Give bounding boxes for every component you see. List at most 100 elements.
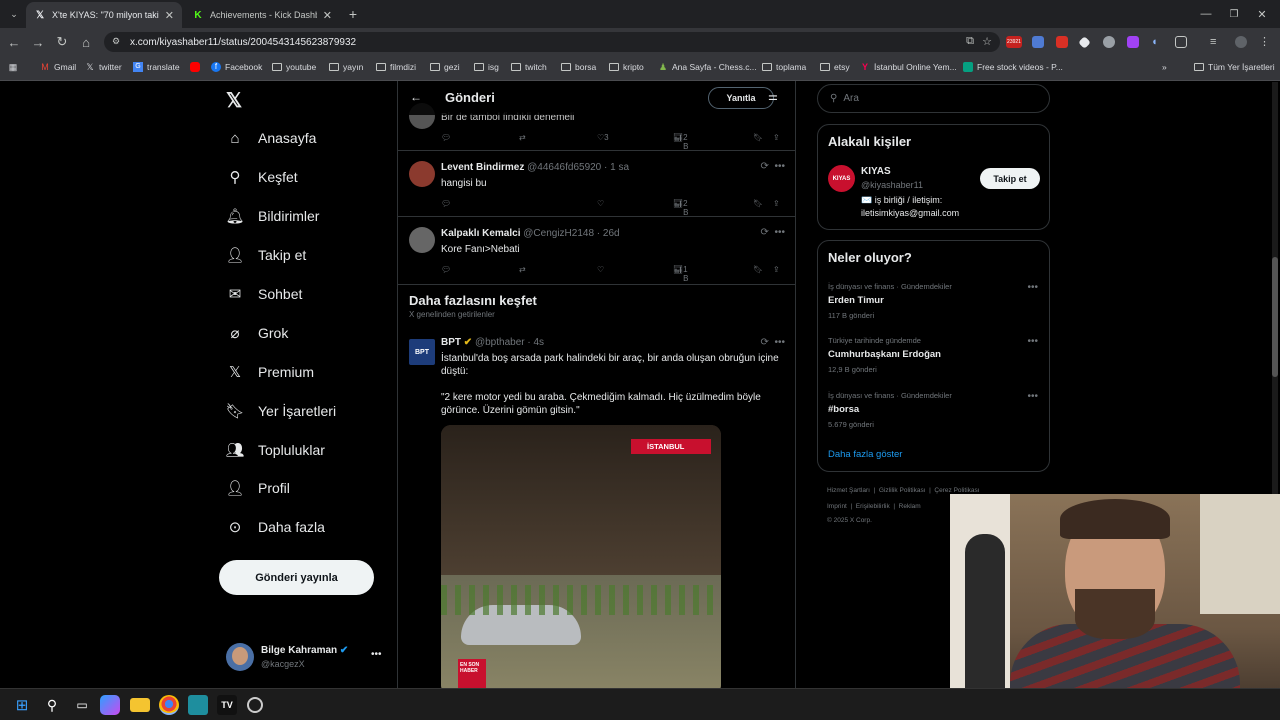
nav-home[interactable]: ⌂ Anasayfa [226, 129, 316, 147]
retweet-icon[interactable]: ⇄ [519, 133, 526, 142]
tab-kiyas[interactable]: 𝕏 X'te KIYAS: "70 milyon takipçis ✕ [26, 2, 182, 28]
file-explorer-icon[interactable] [130, 698, 150, 712]
nav-communities[interactable]: 👥︎ Topluluklar [225, 441, 324, 459]
extension-icon[interactable] [1032, 36, 1044, 48]
footer-link[interactable]: Reklam [899, 503, 921, 510]
avatar[interactable]: KIYAS [828, 165, 855, 192]
show-more-link[interactable]: Daha fazla göster [828, 449, 902, 460]
bookmark-pexels[interactable]: Free stock videos - P... [963, 62, 1063, 72]
tweet[interactable]: Levent Bindirmez @44646fd65920 · 1 sa ⟳ … [398, 151, 795, 217]
extensions-puzzle-icon[interactable] [1175, 36, 1187, 48]
x-logo-icon[interactable]: 𝕏 [226, 88, 242, 113]
nav-grok[interactable]: ⌀ Grok [226, 324, 288, 342]
nav-premium[interactable]: 𝕏 Premium [226, 363, 314, 381]
search-input[interactable]: ⚲ Ara [817, 84, 1050, 113]
nav-follow[interactable]: 👤︎ Takip et [225, 246, 306, 264]
reply-button[interactable]: Yanıtla [708, 87, 774, 109]
footer-link[interactable]: Gizlilik Politikası [879, 487, 926, 494]
bookmark-toplama[interactable]: toplama [762, 62, 806, 72]
retweet-icon[interactable]: ⇄ [519, 265, 526, 274]
apps-grid-icon[interactable]: ▦ [8, 62, 22, 72]
bookmark-filmdizi[interactable]: filmdizi [376, 62, 416, 72]
share-icon[interactable]: ⇪ [773, 265, 780, 274]
share-icon[interactable]: ⇪ [773, 133, 780, 142]
browser-menu-icon[interactable]: ⋮ [1259, 36, 1271, 48]
avatar[interactable] [409, 161, 435, 187]
footer-link[interactable]: Hizmet Şartları [827, 487, 870, 494]
media-control-icon[interactable]: ≡ [1210, 36, 1222, 48]
app-icon[interactable] [247, 697, 263, 713]
tweet[interactable]: BPT BPT ✔ @bpthaber · 4s ⟳ ••• İstanbul'… [398, 331, 795, 688]
restore-button[interactable]: ❐ [1224, 4, 1244, 24]
app-icon[interactable] [188, 695, 208, 715]
trend-item[interactable]: Türkiye tarihinde gündemde Cumhurbaşkanı… [828, 336, 1038, 374]
search-icon[interactable]: ⚲ [42, 695, 62, 715]
footer-link[interactable]: Imprint [827, 503, 847, 510]
chrome-icon[interactable] [159, 695, 179, 715]
forward-icon[interactable]: → [28, 32, 48, 52]
bookmark-icon[interactable]: 🔖︎ [753, 199, 763, 208]
all-bookmarks[interactable]: Tüm Yer İşaretleri [1194, 62, 1275, 72]
bookmark-borsa[interactable]: borsa [561, 62, 596, 72]
more-icon[interactable]: ••• [1027, 391, 1038, 402]
nav-bookmarks[interactable]: 🔖︎ Yer İşaretleri [225, 402, 336, 420]
site-info-icon[interactable]: ⚙ [112, 36, 120, 47]
address-bar[interactable]: ⚙ x.com/kiyashaber11/status/200454314562… [104, 32, 1000, 52]
profile-avatar[interactable] [1235, 36, 1247, 48]
like-icon[interactable]: ♡ [597, 265, 604, 274]
tweet-more-icon[interactable]: ⟳ ••• [761, 337, 785, 348]
nav-profile[interactable]: 👤︎ Profil [225, 479, 289, 497]
more-icon[interactable]: ••• [1027, 336, 1038, 347]
account-switcher[interactable]: Bilge Kahraman ✔ @kacgezX ••• [226, 643, 386, 673]
new-tab-button[interactable]: + [343, 4, 363, 24]
tweet-more-icon[interactable]: ⟳ ••• [761, 227, 785, 238]
avatar[interactable] [409, 227, 435, 253]
like-icon[interactable]: ♡ [597, 199, 604, 208]
tradingview-icon[interactable]: TV [217, 695, 237, 715]
bookmark-youtube[interactable]: youtube [272, 62, 316, 72]
tab-search-icon[interactable]: ⌄ [4, 4, 24, 24]
bookmark-etsy[interactable]: etsy [820, 62, 850, 72]
views-icon[interactable]: 📊︎ 1 B [673, 265, 689, 283]
settings-sliders-icon[interactable]: ⚌ [768, 90, 778, 103]
bookmark-star-icon[interactable]: ☆ [982, 35, 992, 48]
home-icon[interactable]: ⌂ [76, 32, 96, 52]
reload-icon[interactable]: ↻ [52, 32, 72, 52]
nav-messages[interactable]: ✉ Sohbet [226, 285, 303, 303]
bookmark-kripto[interactable]: kripto [609, 62, 644, 72]
trend-item[interactable]: İş dünyası ve finans · Gündemdekiler #bo… [828, 391, 1038, 429]
bookmark-gmail[interactable]: M Gmail [40, 62, 76, 72]
views-icon[interactable]: 📊︎ 2 B [673, 133, 689, 151]
nav-more[interactable]: ⊙ Daha fazla [226, 518, 325, 536]
share-icon[interactable]: ⇪ [773, 199, 780, 208]
tweet-media-video[interactable]: İSTANBUL EN SON HABER [441, 425, 721, 688]
windows-start-icon[interactable]: ⊞ [12, 695, 32, 715]
bookmark-chess[interactable]: ♟ Ana Sayfa - Chess.c... [658, 62, 757, 72]
adblock-icon[interactable] [1056, 36, 1068, 48]
bookmark-facebook[interactable]: f Facebook [211, 62, 262, 72]
back-icon[interactable]: ← [4, 32, 24, 52]
bookmark-youtube-red[interactable] [190, 62, 204, 72]
trend-item[interactable]: İş dünyası ve finans · Gündemdekiler Erd… [828, 282, 1038, 320]
copilot-icon[interactable] [100, 695, 120, 715]
bookmarks-overflow-icon[interactable]: » [1162, 62, 1167, 72]
minimize-button[interactable]: — [1196, 4, 1216, 24]
back-arrow-icon[interactable]: ← [410, 90, 422, 104]
nav-explore[interactable]: ⚲ Keşfet [226, 168, 298, 186]
post-button[interactable]: Gönderi yayınla [219, 560, 374, 595]
more-icon[interactable]: ••• [371, 649, 382, 660]
install-app-icon[interactable]: ⧉ [966, 35, 974, 48]
nav-notifications[interactable]: 🔔︎ Bildirimler [225, 207, 319, 225]
bookmark-icon[interactable]: 🔖︎ [753, 265, 763, 274]
reply-icon[interactable]: 💬︎ [441, 133, 451, 142]
reply-icon[interactable]: 💬︎ [441, 199, 451, 208]
task-view-icon[interactable]: ▭ [72, 695, 92, 715]
avatar[interactable]: BPT [409, 339, 435, 365]
tweet-more-icon[interactable]: ⟳ ••• [761, 161, 785, 172]
bookmark-gezi[interactable]: gezi [430, 62, 460, 72]
related-name[interactable]: KIYAS [861, 166, 891, 177]
like-icon[interactable]: ♡ 3 [597, 133, 609, 142]
bookmark-twitch[interactable]: twitch [511, 62, 547, 72]
bookmark-icon[interactable]: 🔖︎ [753, 133, 763, 142]
bookmark-twitter[interactable]: 𝕏twitter [85, 62, 121, 72]
